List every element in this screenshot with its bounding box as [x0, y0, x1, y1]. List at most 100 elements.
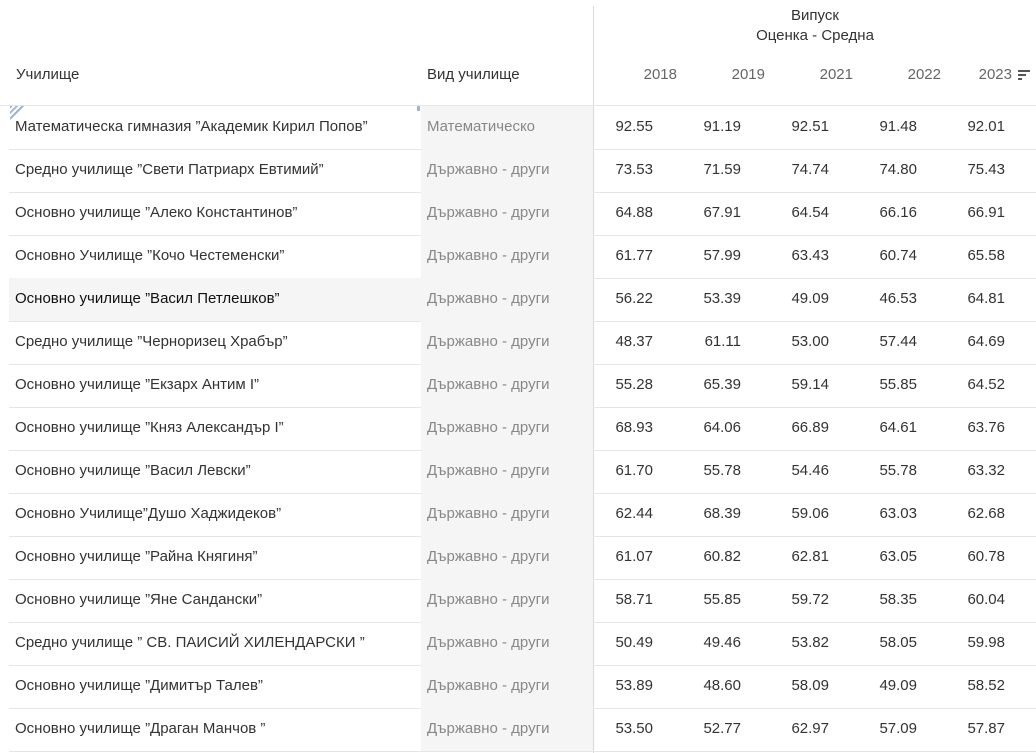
score-cell-2021[interactable]: 49.09	[759, 290, 829, 307]
score-cell-2018[interactable]: 58.71	[583, 591, 653, 608]
score-cell-2021[interactable]: 66.89	[759, 419, 829, 436]
school-type-cell[interactable]: Държавно - други	[427, 677, 549, 694]
score-cell-2019[interactable]: 49.46	[671, 634, 741, 651]
score-cell-2021[interactable]: 58.09	[759, 677, 829, 694]
table-row[interactable]: Математическа гимназия ”Академик Кирил П…	[9, 106, 1036, 150]
score-cell-2018[interactable]: 61.07	[583, 548, 653, 565]
score-cell-2023[interactable]: 66.91	[935, 204, 1005, 221]
score-cell-2022[interactable]: 57.44	[847, 333, 917, 350]
school-name-cell[interactable]: Основно училище ”Екзарх Антим I”	[15, 376, 259, 393]
score-cell-2018[interactable]: 62.44	[583, 505, 653, 522]
score-cell-2021[interactable]: 64.54	[759, 204, 829, 221]
score-cell-2023[interactable]: 60.78	[935, 548, 1005, 565]
score-cell-2019[interactable]: 60.82	[671, 548, 741, 565]
school-name-cell[interactable]: Основно училище ”Васил Петлешков”	[15, 290, 280, 307]
school-name-cell[interactable]: Основно училище ”Васил Левски”	[15, 462, 251, 479]
score-cell-2019[interactable]: 61.11	[671, 333, 741, 350]
table-row[interactable]: Основно училище ”Димитър Талев” Държавно …	[9, 665, 1036, 709]
score-cell-2022[interactable]: 49.09	[847, 677, 917, 694]
school-name-cell[interactable]: Основно училище ”Алеко Константинов”	[15, 204, 297, 221]
score-cell-2021[interactable]: 59.14	[759, 376, 829, 393]
score-cell-2023[interactable]: 59.98	[935, 634, 1005, 651]
score-cell-2022[interactable]: 60.74	[847, 247, 917, 264]
score-cell-2023[interactable]: 92.01	[935, 118, 1005, 135]
school-type-cell[interactable]: Държавно - други	[427, 161, 549, 178]
score-cell-2023[interactable]: 62.68	[935, 505, 1005, 522]
table-row[interactable]: Основно училище ”Екзарх Антим I” Държавно…	[9, 364, 1036, 408]
table-row[interactable]: Средно училище ”Свети Патриарх Евтимий” Д…	[9, 149, 1036, 193]
score-cell-2018[interactable]: 64.88	[583, 204, 653, 221]
score-cell-2022[interactable]: 57.09	[847, 720, 917, 737]
table-row[interactable]: Основно училище ”Райна Княгиня” Държавно …	[9, 536, 1036, 580]
year-header-2021[interactable]: 2021	[783, 66, 853, 83]
score-cell-2022[interactable]: 64.61	[847, 419, 917, 436]
score-cell-2023[interactable]: 58.52	[935, 677, 1005, 694]
score-cell-2019[interactable]: 48.60	[671, 677, 741, 694]
school-name-cell[interactable]: Средно училище ”Свети Патриарх Евтимий”	[15, 161, 324, 178]
school-name-cell[interactable]: Основно училище ”Райна Княгиня”	[15, 548, 257, 565]
score-cell-2022[interactable]: 91.48	[847, 118, 917, 135]
table-row[interactable]: Основно училище ”Драган Манчов ” Държавно…	[9, 708, 1036, 752]
score-cell-2023[interactable]: 75.43	[935, 161, 1005, 178]
score-cell-2021[interactable]: 62.97	[759, 720, 829, 737]
table-row[interactable]: Основно училище ”Княз Александър I” Държа…	[9, 407, 1036, 451]
score-cell-2022[interactable]: 55.78	[847, 462, 917, 479]
score-cell-2019[interactable]: 53.39	[671, 290, 741, 307]
year-header-2018[interactable]: 2018	[607, 66, 677, 83]
score-cell-2021[interactable]: 92.51	[759, 118, 829, 135]
school-name-cell[interactable]: Средно училище ”Черноризец Храбър”	[15, 333, 288, 350]
score-cell-2018[interactable]: 61.70	[583, 462, 653, 479]
school-type-cell[interactable]: Държавно - други	[427, 591, 549, 608]
score-cell-2019[interactable]: 57.99	[671, 247, 741, 264]
school-type-cell[interactable]: Държавно - други	[427, 333, 549, 350]
school-type-cell[interactable]: Държавно - други	[427, 548, 549, 565]
score-cell-2019[interactable]: 55.85	[671, 591, 741, 608]
score-cell-2022[interactable]: 74.80	[847, 161, 917, 178]
score-cell-2018[interactable]: 56.22	[583, 290, 653, 307]
score-cell-2023[interactable]: 64.52	[935, 376, 1005, 393]
score-cell-2023[interactable]: 60.04	[935, 591, 1005, 608]
score-cell-2022[interactable]: 58.05	[847, 634, 917, 651]
score-cell-2018[interactable]: 50.49	[583, 634, 653, 651]
score-cell-2021[interactable]: 74.74	[759, 161, 829, 178]
score-cell-2022[interactable]: 66.16	[847, 204, 917, 221]
school-type-cell[interactable]: Държавно - други	[427, 419, 549, 436]
score-cell-2019[interactable]: 91.19	[671, 118, 741, 135]
type-column-header[interactable]: Вид училище	[427, 66, 520, 83]
score-cell-2023[interactable]: 63.76	[935, 419, 1005, 436]
table-row[interactable]: Основно училище ”Яне Сандански” Държавно …	[9, 579, 1036, 623]
school-name-cell[interactable]: Математическа гимназия ”Академик Кирил П…	[15, 118, 368, 135]
school-name-cell[interactable]: Основно Училище”Душо Хаджидеков”	[15, 505, 281, 522]
school-type-cell[interactable]: Математическо	[427, 118, 535, 135]
table-row[interactable]: Средно училище ” СВ. ПАИСИЙ ХИЛЕНДАРСКИ …	[9, 622, 1036, 666]
table-row[interactable]: Основно училище ”Васил Петлешков” Държавн…	[9, 278, 1036, 322]
score-cell-2019[interactable]: 67.91	[671, 204, 741, 221]
score-cell-2021[interactable]: 62.81	[759, 548, 829, 565]
school-type-cell[interactable]: Държавно - други	[427, 720, 549, 737]
score-cell-2022[interactable]: 63.03	[847, 505, 917, 522]
score-cell-2018[interactable]: 73.53	[583, 161, 653, 178]
score-cell-2021[interactable]: 54.46	[759, 462, 829, 479]
score-cell-2023[interactable]: 65.58	[935, 247, 1005, 264]
year-header-2022[interactable]: 2022	[871, 66, 941, 83]
table-row[interactable]: Средно училище ”Черноризец Храбър” Държав…	[9, 321, 1036, 365]
score-cell-2022[interactable]: 55.85	[847, 376, 917, 393]
score-cell-2018[interactable]: 61.77	[583, 247, 653, 264]
score-cell-2019[interactable]: 71.59	[671, 161, 741, 178]
school-type-cell[interactable]: Държавно - други	[427, 462, 549, 479]
table-row[interactable]: Основно Училище”Душо Хаджидеков” Държавно…	[9, 493, 1036, 537]
score-cell-2018[interactable]: 55.28	[583, 376, 653, 393]
score-cell-2018[interactable]: 53.50	[583, 720, 653, 737]
table-row[interactable]: Основно Училище ”Кочо Честеменски” Държав…	[9, 235, 1036, 279]
school-type-cell[interactable]: Държавно - други	[427, 505, 549, 522]
score-cell-2018[interactable]: 48.37	[583, 333, 653, 350]
sort-descending-icon[interactable]	[1018, 70, 1030, 80]
score-cell-2019[interactable]: 55.78	[671, 462, 741, 479]
score-cell-2021[interactable]: 59.72	[759, 591, 829, 608]
score-cell-2021[interactable]: 63.43	[759, 247, 829, 264]
score-cell-2023[interactable]: 64.81	[935, 290, 1005, 307]
score-cell-2022[interactable]: 58.35	[847, 591, 917, 608]
score-cell-2022[interactable]: 63.05	[847, 548, 917, 565]
school-name-cell[interactable]: Основно училище ”Княз Александър I”	[15, 419, 284, 436]
score-cell-2018[interactable]: 68.93	[583, 419, 653, 436]
